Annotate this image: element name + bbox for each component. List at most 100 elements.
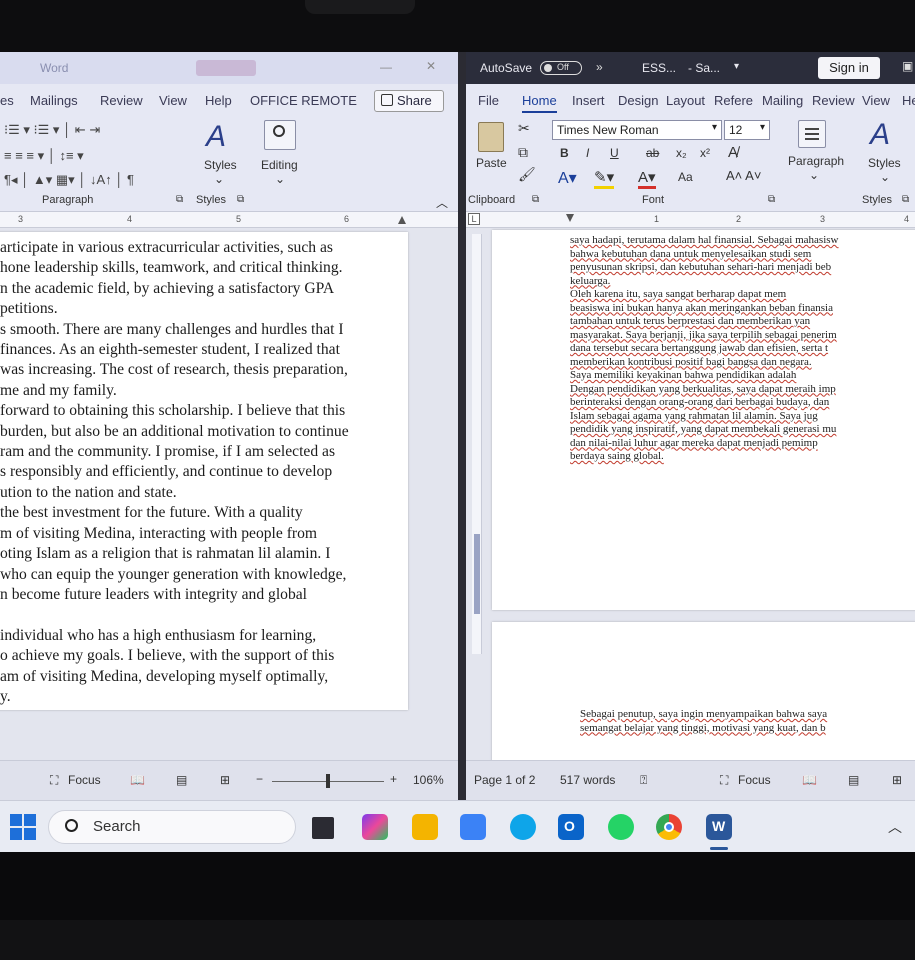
more-chevron-icon[interactable]: » [596, 60, 603, 74]
taskbar-search-box[interactable]: Search [48, 810, 296, 844]
word-count[interactable]: 517 words [560, 773, 615, 787]
bold-button[interactable]: B [560, 146, 569, 160]
tab-view[interactable]: View [862, 93, 890, 108]
focus-icon[interactable]: ⛶ [50, 773, 58, 788]
subscript-button[interactable]: x₂ [676, 146, 687, 160]
styles-chevron-icon[interactable]: ⌄ [880, 170, 890, 184]
tab-selector-icon[interactable]: L [468, 213, 480, 225]
autosave-toggle[interactable]: Off [540, 61, 582, 75]
font-launcher-icon[interactable]: ⧉ [768, 194, 775, 205]
grow-shrink-font-icon[interactable]: A˄ A˅ [726, 168, 761, 183]
focus-button[interactable]: Focus [68, 773, 101, 787]
change-case-button[interactable]: Aa [678, 170, 693, 184]
left-document-page[interactable]: articipate in various extracurricular ac… [0, 232, 408, 710]
clear-formatting-icon[interactable]: A̸ [728, 144, 738, 161]
word-app-icon[interactable]: W [706, 814, 732, 840]
document-name[interactable]: ESS... [642, 61, 676, 75]
font-color-icon[interactable]: A▾ [638, 168, 656, 189]
first-line-indent-icon[interactable] [566, 214, 574, 222]
minimize-icon[interactable]: — [380, 60, 392, 74]
paragraph-launcher-icon[interactable]: ⧉ [176, 194, 183, 205]
cut-icon[interactable]: ✂ [518, 120, 530, 137]
clipboard-launcher-icon[interactable]: ⧉ [532, 194, 539, 205]
paste-icon[interactable] [478, 122, 504, 152]
task-view-icon[interactable] [312, 817, 334, 839]
show-hidden-icons-chevron[interactable]: ︿ [888, 817, 902, 837]
zoom-slider-thumb[interactable] [326, 774, 330, 788]
close-icon[interactable]: ✕ [426, 59, 436, 73]
read-mode-icon[interactable]: 📖 [130, 773, 145, 787]
styles-launcher-icon[interactable]: ⧉ [902, 194, 909, 205]
tab-design[interactable]: Design [618, 93, 658, 108]
paragraph-button-label[interactable]: Paragraph [788, 154, 844, 168]
web-layout-icon[interactable]: ⊞ [220, 773, 230, 787]
share-button[interactable]: Share [374, 90, 444, 112]
file-explorer-icon[interactable] [412, 814, 438, 840]
tab-review[interactable]: Review [812, 93, 855, 108]
right-document-page-1[interactable]: saya hadapi, terutama dalam hal finansia… [492, 230, 915, 610]
editing-button-label[interactable]: Editing [261, 158, 298, 172]
tab-mailings[interactable]: Mailing [762, 93, 803, 108]
styles-icon[interactable]: A [206, 120, 226, 154]
tab-office-remote[interactable]: OFFICE REMOTE [250, 93, 357, 108]
superscript-button[interactable]: x² [700, 146, 710, 160]
copilot-icon[interactable] [362, 814, 388, 840]
styles-icon[interactable]: A [870, 118, 890, 152]
tab-mailings[interactable]: Mailings [30, 93, 78, 108]
italic-button[interactable]: I [586, 146, 589, 160]
title-dropdown-icon[interactable]: ▾ [734, 61, 739, 72]
proofing-icon[interactable]: ⍰ [640, 773, 647, 788]
tab-view[interactable]: View [159, 93, 187, 108]
chevron-down-icon[interactable]: ⌄ [214, 172, 224, 186]
collapse-ribbon-icon[interactable]: ︿ [436, 194, 448, 211]
microsoft-store-icon[interactable] [460, 814, 486, 840]
zoom-in-button[interactable]: + [390, 772, 397, 786]
outlook-icon[interactable]: O [558, 814, 584, 840]
tab-help[interactable]: He [902, 93, 915, 108]
tab-file[interactable]: File [478, 93, 499, 108]
editing-chevron-icon[interactable]: ⌄ [275, 172, 285, 186]
window-restore-icon[interactable]: ▣ [902, 59, 913, 73]
align-icons[interactable]: ≡ ≡ ≡ ▾ │ ↕≡ ▾ [4, 148, 84, 164]
zoom-level[interactable]: 106% [413, 773, 444, 787]
zoom-out-button[interactable]: − [256, 772, 263, 786]
tab-help[interactable]: Help [205, 93, 232, 108]
highlight-icon[interactable]: ✎▾ [594, 168, 615, 189]
styles-launcher-icon[interactable]: ⧉ [237, 194, 244, 205]
tab-references[interactable]: Refere [714, 93, 753, 108]
save-status[interactable]: - Sa... [688, 61, 720, 75]
edge-browser-icon[interactable] [510, 814, 536, 840]
bullets-icon[interactable]: ⁝☰ ▾ ⁝☰ ▾ │ ⇤ ⇥ [4, 122, 100, 138]
tab-home[interactable]: Home [522, 93, 557, 113]
tab-references-partial[interactable]: es [0, 93, 14, 108]
strikethrough-button[interactable]: ab [646, 146, 659, 160]
tab-insert[interactable]: Insert [572, 93, 605, 108]
paragraph-icon[interactable] [798, 120, 826, 148]
chrome-icon[interactable] [656, 814, 682, 840]
tab-layout[interactable]: Layout [666, 93, 705, 108]
paragraph-chevron-icon[interactable]: ⌄ [809, 168, 819, 182]
styles-button-label[interactable]: Styles [868, 156, 901, 170]
format-painter-icon[interactable]: 🖌 [518, 166, 536, 183]
sign-in-button[interactable]: Sign in [818, 57, 880, 79]
left-signin-button[interactable] [196, 60, 256, 76]
print-layout-icon[interactable]: ▤ [848, 773, 859, 787]
underline-button[interactable]: U [610, 146, 619, 160]
text-effects-icon[interactable]: A▾ [558, 168, 577, 188]
windows-start-icon[interactable] [10, 814, 36, 840]
window-divider[interactable] [458, 52, 466, 800]
page-count[interactable]: Page 1 of 2 [474, 773, 535, 787]
whatsapp-icon[interactable] [608, 814, 634, 840]
font-name-select[interactable]: Times New Roman ▾ [552, 120, 722, 140]
tab-review[interactable]: Review [100, 93, 143, 108]
right-document-page-2[interactable]: Sebagai penutup, saya ingin menyampaikan… [492, 622, 915, 760]
styles-button-label[interactable]: Styles [204, 158, 237, 172]
read-mode-icon[interactable]: 📖 [802, 773, 817, 787]
focus-button[interactable]: Focus [738, 773, 771, 787]
right-indent-marker-icon[interactable] [398, 216, 406, 224]
print-layout-icon[interactable]: ▤ [176, 773, 187, 787]
paste-button-label[interactable]: Paste [476, 156, 507, 170]
copy-icon[interactable]: ⧉ [518, 144, 528, 161]
font-size-select[interactable]: 12 ▾ [724, 120, 770, 140]
shading-border-icons[interactable]: ¶◂ │ ▲▾ ▦▾ │ ↓A↑ │ ¶ [4, 172, 134, 188]
